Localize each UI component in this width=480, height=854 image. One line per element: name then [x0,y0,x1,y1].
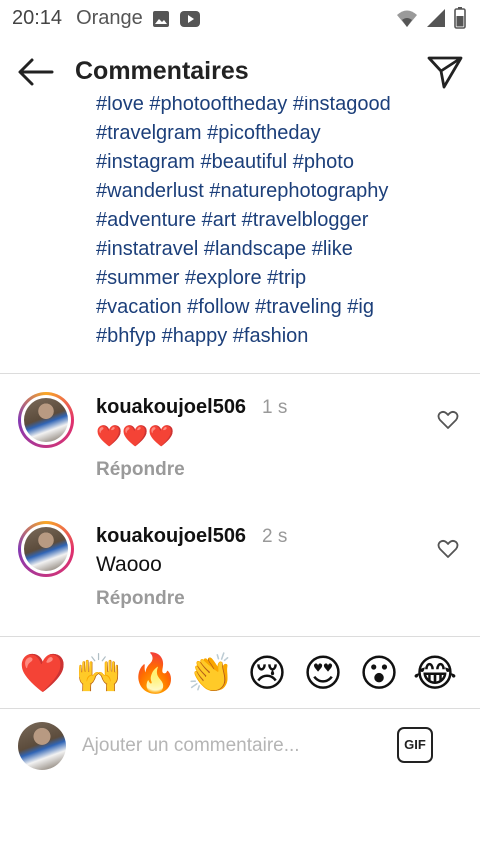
caption-hashtag-line[interactable]: #bhfyp #happy #fashion [96,322,466,351]
comment-composer: GIF [0,716,480,776]
wifi-icon [397,10,417,27]
status-carrier: Orange [76,7,143,29]
comment-input[interactable] [82,732,372,760]
comment-username[interactable]: kouakoujoel506 [96,525,246,548]
comment-item: kouakoujoel506 2 s Waooo Répondre [0,521,480,631]
emoji-crying[interactable]: 😢 [242,650,292,698]
current-user-avatar [18,722,66,770]
post-caption: #love #photooftheday #instagood #travelgr… [96,96,466,352]
comment-text: ❤️❤️❤️ [96,425,175,448]
emoji-raising-hands[interactable]: 🙌 [74,650,124,698]
heart-icon[interactable] [437,410,459,430]
caption-divider [0,373,480,374]
comment-username[interactable]: kouakoujoel506 [96,396,246,419]
emoji-divider-top [0,636,480,637]
reply-button[interactable]: Répondre [96,588,185,610]
back-arrow-icon[interactable] [16,56,56,88]
battery-icon [454,7,466,29]
comment-item: kouakoujoel506 1 s ❤️❤️❤️ Répondre [0,392,480,502]
caption-hashtag-line[interactable]: #vacation #follow #traveling #ig [96,293,466,322]
emoji-fire[interactable]: 🔥 [130,650,180,698]
comment-time: 2 s [262,526,288,547]
signal-icon [427,9,445,27]
caption-hashtag-line[interactable]: #adventure #art #travelblogger [96,206,466,235]
comment-time: 1 s [262,397,288,418]
caption-hashtag-line[interactable]: #love #photooftheday #instagood [96,96,466,119]
emoji-surprised[interactable]: 😮 [354,650,404,698]
avatar[interactable] [18,392,74,448]
avatar[interactable] [18,521,74,577]
youtube-notification-icon [179,10,200,27]
image-notification-icon [152,10,169,27]
caption-hashtag-line[interactable]: #summer #explore #trip [96,264,466,293]
gif-button[interactable]: GIF [397,727,433,763]
caption-hashtag-line[interactable]: #instagram #beautiful #photo [96,148,466,177]
emoji-heart[interactable]: ❤️ [18,650,68,698]
page-title: Commentaires [75,57,249,85]
heart-icon[interactable] [437,539,459,559]
emoji-laughing[interactable]: 😂 [410,650,460,698]
reply-button[interactable]: Répondre [96,459,185,481]
emoji-heart-eyes[interactable]: 😍 [298,650,348,698]
status-time: 20:14 [12,7,63,29]
emoji-clapping[interactable]: 👏 [186,650,236,698]
caption-hashtag-line[interactable]: #wanderlust #naturephotography [96,177,466,206]
send-icon[interactable] [426,54,464,90]
avatar-photo [24,398,68,442]
quick-emoji-bar: ❤️ 🙌 🔥 👏 😢 😍 😮 😂 [0,650,480,700]
header: Commentaires [0,44,480,100]
comment-text: Waooo [96,553,162,576]
composer-divider [0,708,480,709]
caption-hashtag-line[interactable]: #travelgram #picoftheday [96,119,466,148]
avatar-photo [24,527,68,571]
caption-hashtag-line[interactable]: #instatravel #landscape #like [96,235,466,264]
status-bar: 20:14 Orange [0,0,480,36]
